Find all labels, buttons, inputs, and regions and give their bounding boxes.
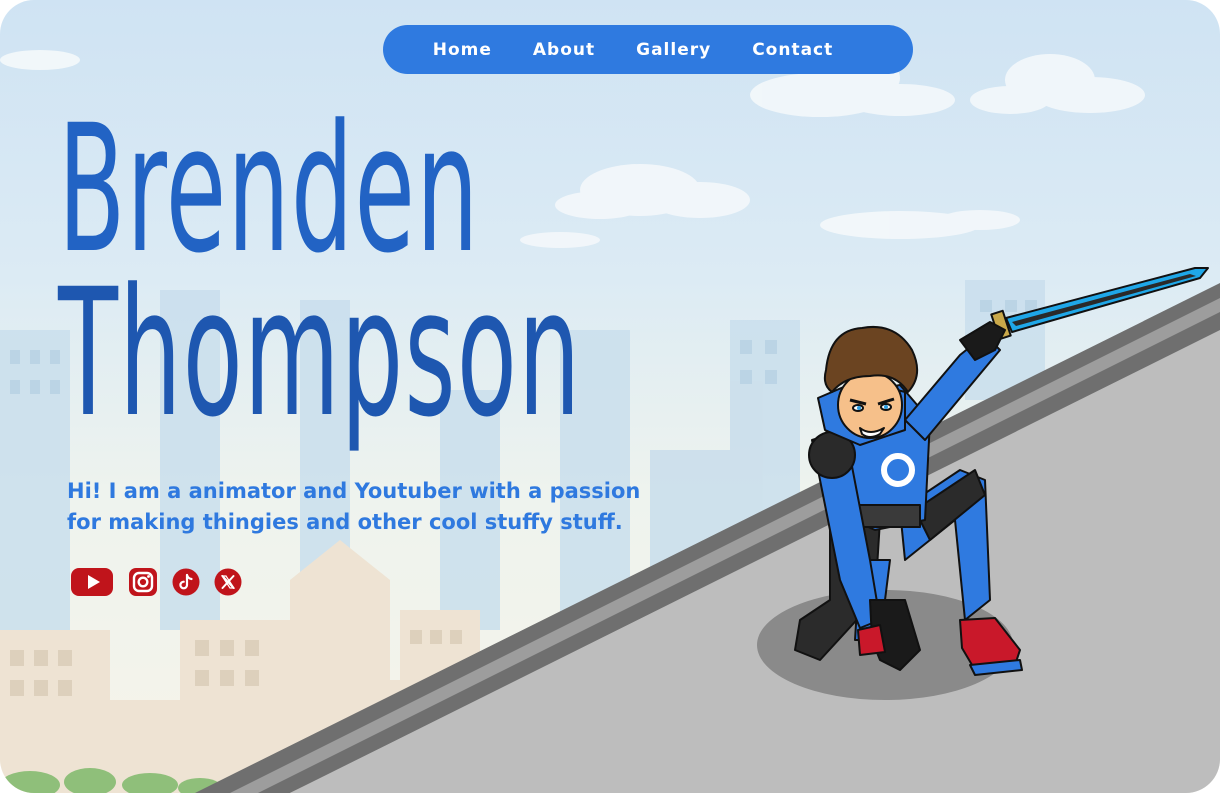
youtube-icon[interactable] — [70, 567, 128, 601]
hero-name-first: Brenden — [58, 87, 480, 292]
landing-page: Home About Gallery Contact Brenden Thomp… — [0, 0, 1220, 793]
main-nav: Home About Gallery Contact — [383, 25, 913, 74]
nav-link-about[interactable]: About — [533, 36, 595, 64]
tagline-line-2: for making thingies and other cool stuff… — [67, 510, 623, 534]
instagram-icon[interactable] — [128, 567, 172, 601]
tiktok-icon[interactable] — [172, 568, 214, 600]
nav-link-contact[interactable]: Contact — [752, 36, 833, 64]
social-links — [70, 567, 242, 601]
tagline-line-1: Hi! I am a animator and Youtuber with a … — [67, 479, 641, 503]
hero-name: Brenden Thompson — [58, 87, 902, 456]
nav-link-home[interactable]: Home — [433, 36, 492, 64]
nav-link-gallery[interactable]: Gallery — [636, 36, 711, 64]
hero-tagline: Hi! I am a animator and Youtuber with a … — [67, 476, 687, 538]
x-icon[interactable] — [214, 568, 242, 600]
hero-name-last: Thompson — [58, 251, 582, 456]
